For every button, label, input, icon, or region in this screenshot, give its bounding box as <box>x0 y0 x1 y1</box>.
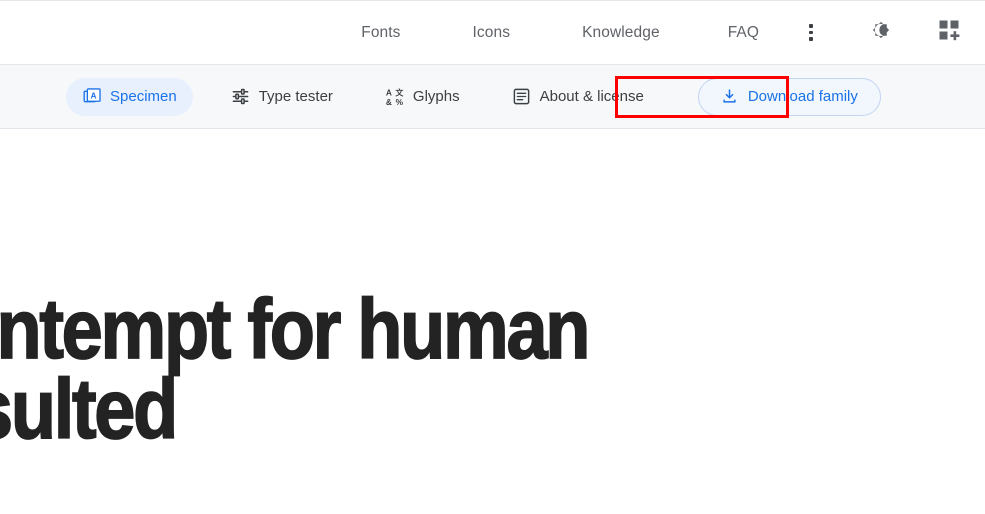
article-icon <box>512 87 532 107</box>
tab-specimen[interactable]: A Specimen <box>66 77 193 116</box>
download-icon <box>721 88 739 106</box>
nav-item-knowledge[interactable]: Knowledge <box>568 1 674 65</box>
download-family-wrapper: Download family <box>697 77 881 116</box>
main-navigation: Fonts Icons Knowledge FAQ <box>347 1 985 64</box>
tab-about-license[interactable]: About & license <box>496 78 660 116</box>
tab-about-license-label: About & license <box>539 88 644 105</box>
svg-text:A: A <box>90 90 96 100</box>
specimen-tab-bar: A Specimen Type tester A 文 & % Glyphs Ab… <box>0 64 985 129</box>
font-specimen-page: Fonts Icons Knowledge FAQ A Specimen Typ… <box>0 0 985 514</box>
svg-text:A: A <box>386 87 392 97</box>
specimen-sample-text: and contempt for human ave resulted <box>0 282 591 456</box>
nav-item-faq[interactable]: FAQ <box>714 1 773 65</box>
nav-item-icons[interactable]: Icons <box>459 1 525 65</box>
tab-type-tester-label: Type tester <box>258 88 333 105</box>
download-family-label: Download family <box>747 88 858 105</box>
svg-text:&: & <box>386 97 392 107</box>
specimen-preview-area: and contempt for human ave resulted <box>0 129 985 514</box>
glyphs-grid-icon: A 文 & % <box>385 87 405 107</box>
specimen-icon: A <box>82 87 102 107</box>
more-vert-icon <box>809 23 813 43</box>
tune-sliders-icon <box>231 87 251 107</box>
tab-glyphs[interactable]: A 文 & % Glyphs <box>369 78 476 116</box>
theme-toggle-button[interactable] <box>859 11 903 55</box>
tab-type-tester[interactable]: Type tester <box>215 78 349 116</box>
top-header: Fonts Icons Knowledge FAQ <box>0 0 985 64</box>
svg-text:文: 文 <box>395 87 404 97</box>
download-family-button[interactable]: Download family <box>697 77 881 116</box>
brightness-dark-mode-icon <box>868 17 894 48</box>
tab-specimen-label: Specimen <box>110 88 177 105</box>
svg-text:%: % <box>396 97 404 107</box>
tab-glyphs-label: Glyphs <box>412 88 460 105</box>
tabs-container: A Specimen Type tester A 文 & % Glyphs Ab… <box>66 77 881 116</box>
overflow-menu-button[interactable] <box>789 11 833 55</box>
nav-item-fonts[interactable]: Fonts <box>347 1 414 65</box>
add-to-collection-icon <box>937 18 961 47</box>
add-to-collection-button[interactable] <box>927 11 971 55</box>
